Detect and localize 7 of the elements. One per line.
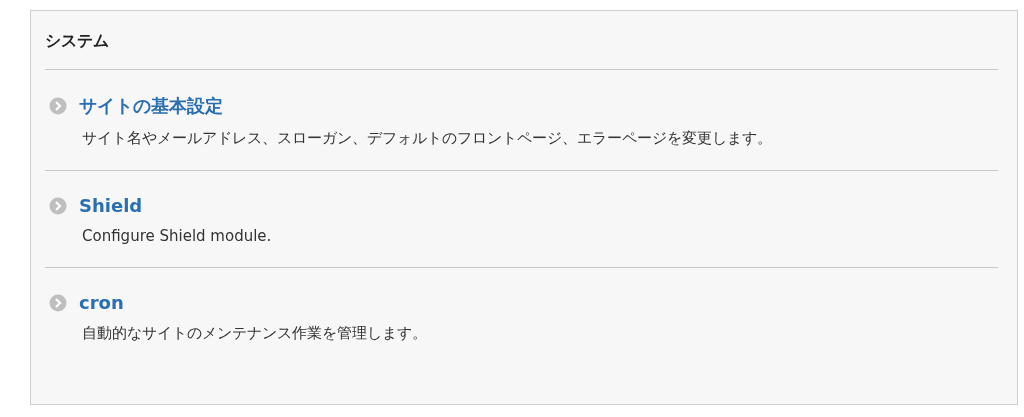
settings-link[interactable]: Shield — [79, 195, 143, 216]
settings-link[interactable]: cron — [79, 292, 124, 313]
panel-title: システム — [45, 30, 110, 52]
description: 自動的なサイトのメンテナンス作業を管理します。 — [82, 324, 428, 343]
settings-link[interactable]: サイトの基本設定 — [79, 94, 223, 118]
description: サイト名やメールアドレス、スローガン、デフォルトのフロントページ、エラーページを変更します。 — [82, 129, 773, 148]
description: Configure Shield module. — [82, 227, 273, 245]
